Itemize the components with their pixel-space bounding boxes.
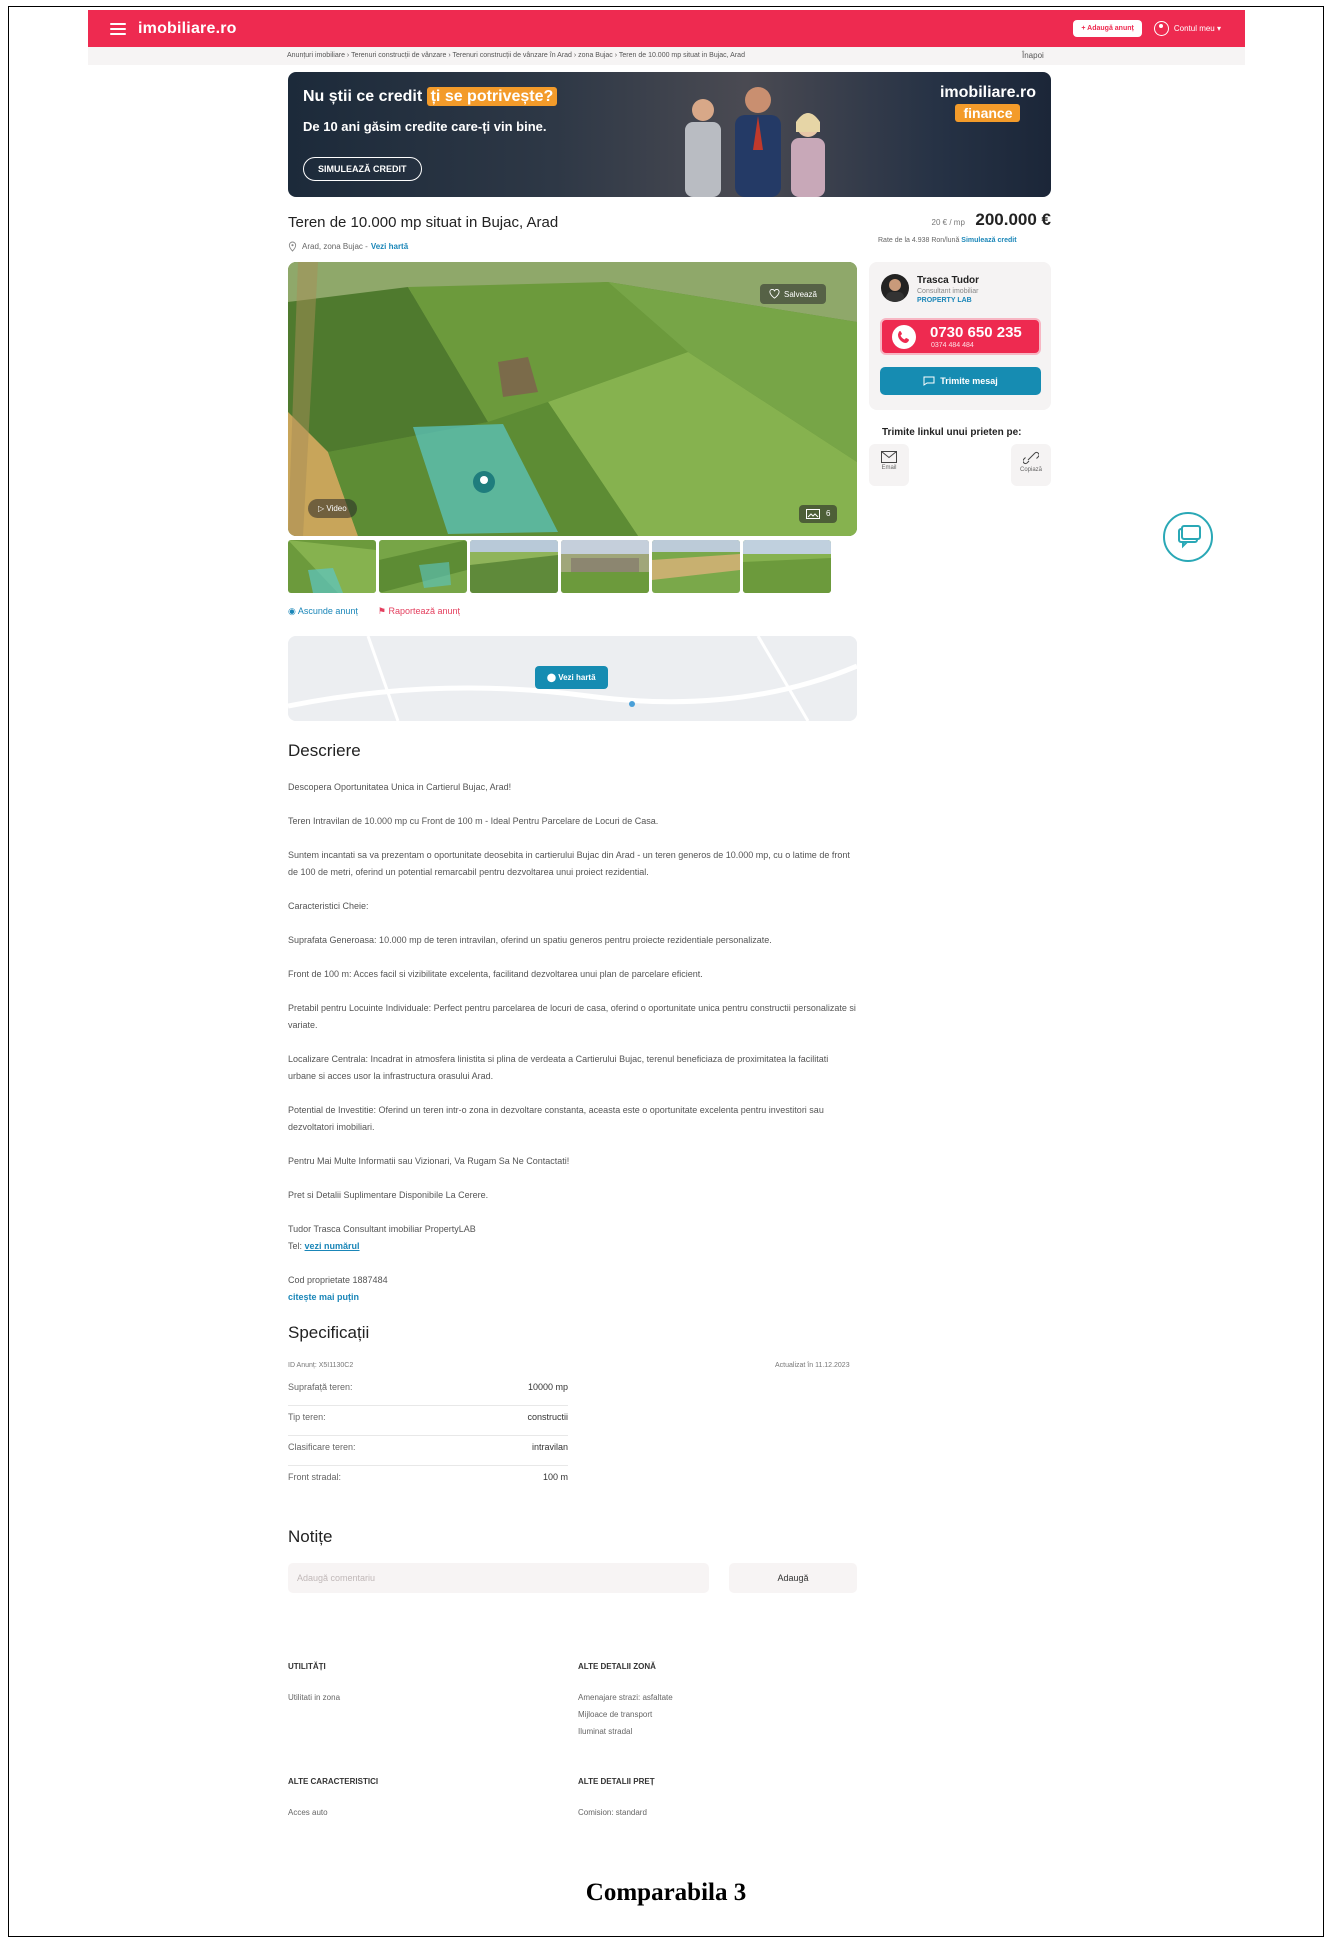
banner-people-image [685,87,825,197]
add-listing-button[interactable]: + Adaugă anunț [1073,20,1142,37]
read-less-link[interactable]: citește mai puțin [288,1289,858,1306]
description-heading: Descriere [288,741,361,760]
account-menu[interactable]: Contul meu ▾ [1153,21,1221,36]
zone-details-value: Amenajare strazi: asfaltate Mijloace de t… [578,1693,673,1736]
spec-row: Tip teren: constructii [288,1406,568,1436]
price-details-heading: ALTE DETALII PREȚ [578,1777,655,1786]
banner-subheadline: De 10 ani găsim credite care-ți vin bine… [303,119,547,134]
spec-row: Clasificare teren: intravilan [288,1436,568,1466]
thumbnail[interactable] [743,540,831,593]
thumbnail[interactable] [379,540,467,593]
notes-heading: Notițe [288,1527,333,1546]
price-block: 20 € / mp 200.000 € [870,210,1051,230]
top-navigation-bar: imobiliare.ro + Adaugă anunț Contul meu … [88,10,1245,47]
utilities-heading: UTILITĂȚI [288,1662,326,1671]
comment-input[interactable]: Adaugă comentariu [288,1563,709,1593]
copy-link-button[interactable]: Copiază [1011,444,1051,486]
call-button[interactable]: 0730 650 235 0374 484 484 [880,318,1041,355]
price: 200.000 € [975,210,1051,229]
video-button[interactable]: ▷ Video [308,499,357,518]
price-per-mp: 20 € / mp [931,218,965,227]
view-map-button[interactable]: ⬤ Vezi hartă [535,666,608,689]
show-phone-link[interactable]: vezi numărul [305,1241,360,1251]
spec-row: Front stradal: 100 m [288,1472,568,1482]
link-icon [1022,452,1040,464]
finance-brand: imobiliare.ro finance [939,84,1036,122]
thumbnail[interactable] [652,540,740,593]
listing-title: Teren de 10.000 mp situat in Bujac, Arad [288,214,559,231]
utilities-value: Utilitati in zona [288,1693,341,1702]
hide-listing-link[interactable]: ◉ Ascunde anunț [288,606,358,617]
thumbnail[interactable] [470,540,558,593]
site-logo[interactable]: imobiliare.ro [138,20,237,38]
phone-icon [892,325,916,349]
breadcrumb[interactable]: Anunțuri imobiliare › Terenuri construcț… [287,52,745,59]
banner-headline: Nu știi ce credit ți se potrivește? [303,87,558,106]
credit-rate: Rate de la 4.938 Ron/lună Simulează cred… [878,237,1017,244]
photo-count-badge[interactable]: 6 [799,505,838,523]
agent-role: Consultant imobiliar [917,288,979,295]
listing-actions: ◉ Ascunde anunț ⚑ Raportează anunț [288,606,460,617]
message-icon [923,376,935,386]
simulate-credit-banner-button[interactable]: SIMULEAZĂ CREDIT [303,157,422,181]
thumbnail[interactable] [288,540,376,593]
back-link[interactable]: Înapoi [1022,51,1044,60]
listing-location: Arad, zona Bujac - Vezi hartă [288,241,408,252]
share-email-button[interactable]: Email [869,444,909,486]
user-icon [1153,21,1169,36]
agent-company[interactable]: PROPERTY LAB [917,297,972,304]
photo-thumbnails [288,540,831,593]
zone-details-heading: ALTE DETALII ZONĂ [578,1662,656,1671]
email-icon [881,451,897,463]
chat-button[interactable] [1163,512,1213,562]
view-map-link[interactable]: Vezi hartă [371,242,408,251]
simulate-credit-link[interactable]: Simulează credit [961,237,1016,244]
thumbnail[interactable] [561,540,649,593]
location-pin-icon [288,241,297,252]
menu-icon[interactable] [110,22,126,35]
description-text: Descopera Oportunitatea Unica in Cartier… [288,779,858,1306]
agent-name: Trasca Tudor [917,275,980,286]
spec-row: Suprafață teren: 10000 mp [288,1376,568,1406]
add-note-button[interactable]: Adaugă [729,1563,857,1593]
gallery-icon [806,509,820,519]
send-message-button[interactable]: Trimite mesaj [880,367,1041,395]
document-caption: Comparabila 3 [585,1879,747,1906]
account-label: Contul meu ▾ [1173,24,1221,33]
other-features-value: Acces auto [288,1808,328,1817]
report-listing-link[interactable]: ⚑ Raportează anunț [378,606,460,617]
save-button[interactable]: Salvează [760,284,826,304]
finance-banner[interactable]: Nu știi ce credit ți se potrivește? De 1… [288,72,1051,197]
price-details-value: Comision: standard [578,1808,647,1817]
heart-icon [769,289,780,299]
chat-icon [1178,525,1201,549]
specs-heading: Specificații [288,1323,370,1342]
listing-id: ID Anunț: X5I1130C2 [288,1362,354,1369]
agent-avatar [881,274,909,302]
updated-date: Actualizat în 11.12.2023 [775,1362,850,1369]
share-title: Trimite linkul unui prieten pe: [882,427,1022,438]
agent-card: Trasca Tudor Consultant imobiliar PROPER… [869,262,1051,410]
other-features-heading: ALTE CARACTERISTICI [288,1777,379,1786]
